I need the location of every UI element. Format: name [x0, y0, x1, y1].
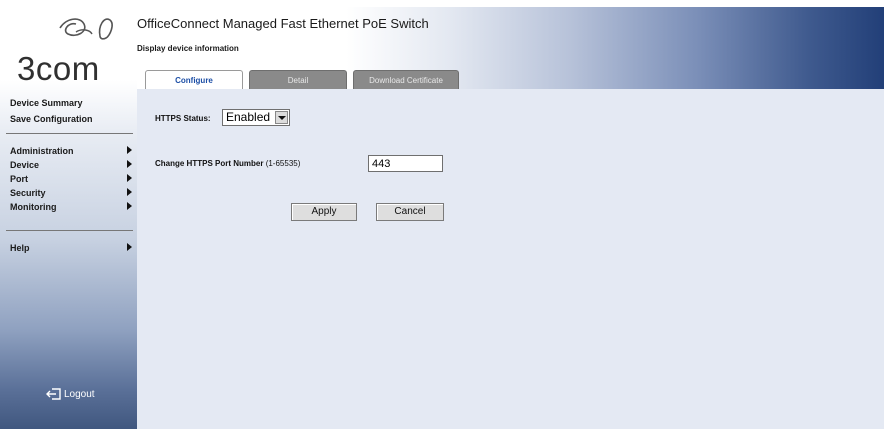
https-port-label-text: Change HTTPS Port Number: [155, 159, 264, 168]
chevron-right-icon: [127, 174, 132, 182]
https-status-label-text: HTTPS Status:: [155, 114, 211, 123]
sidebar-item-port[interactable]: Port: [10, 172, 134, 186]
https-port-label: Change HTTPS Port Number (1-65535): [155, 159, 300, 168]
sidebar-menu: Administration Device Port Security Moni…: [10, 144, 134, 214]
chevron-down-icon[interactable]: [275, 111, 288, 124]
tab-bar: Configure Detail Download Certificate: [145, 70, 465, 90]
chevron-right-icon: [127, 202, 132, 210]
cancel-button[interactable]: Cancel: [376, 203, 444, 221]
sidebar-help-menu: Help: [10, 241, 134, 255]
https-status-label: HTTPS Status:: [155, 114, 211, 123]
sidebar-item-label: Help: [10, 243, 30, 253]
app-title: OfficeConnect Managed Fast Ethernet PoE …: [137, 16, 429, 31]
tab-detail[interactable]: Detail: [249, 70, 347, 89]
sidebar-item-save-configuration[interactable]: Save Configuration: [10, 111, 93, 127]
tab-configure[interactable]: Configure: [145, 70, 243, 90]
https-port-input[interactable]: [368, 155, 443, 172]
tab-download-certificate[interactable]: Download Certificate: [353, 70, 459, 89]
sidebar-item-label: Device: [10, 160, 40, 170]
quick-links: Device Summary Save Configuration: [10, 95, 93, 127]
chevron-right-icon: [127, 188, 132, 196]
sidebar: 3com Device Summary Save Configuration A…: [0, 0, 137, 429]
3com-wordmark: 3com: [17, 50, 100, 87]
sidebar-item-security[interactable]: Security: [10, 186, 134, 200]
sidebar-item-label: Administration: [10, 146, 74, 156]
apply-button[interactable]: Apply: [291, 203, 357, 221]
3com-logo: 3com: [16, 14, 126, 87]
page-subtitle: Display device information: [137, 44, 239, 53]
logout-icon: [46, 388, 61, 400]
chevron-right-icon: [127, 160, 132, 168]
sidebar-item-label: Port: [10, 174, 28, 184]
logout-label: Logout: [64, 388, 95, 400]
main-content: HTTPS Status: Enabled Change HTTPS Port …: [137, 89, 884, 429]
sidebar-item-device-summary[interactable]: Device Summary: [10, 95, 93, 111]
chevron-right-icon: [127, 146, 132, 154]
sidebar-item-label: Monitoring: [10, 202, 57, 212]
sidebar-item-monitoring[interactable]: Monitoring: [10, 200, 134, 214]
logout-button[interactable]: Logout: [46, 387, 95, 401]
sidebar-item-administration[interactable]: Administration: [10, 144, 134, 158]
sidebar-item-device[interactable]: Device: [10, 158, 134, 172]
https-status-value: Enabled: [226, 110, 271, 124]
https-status-select[interactable]: Enabled: [222, 109, 290, 126]
sidebar-divider: [6, 230, 133, 231]
header: OfficeConnect Managed Fast Ethernet PoE …: [137, 7, 884, 90]
https-port-range: (1-65535): [265, 159, 301, 168]
sidebar-divider: [6, 133, 133, 134]
sidebar-item-label: Security: [10, 188, 46, 198]
chevron-right-icon: [127, 243, 132, 251]
sidebar-item-help[interactable]: Help: [10, 241, 134, 255]
3com-swirl-icon: [59, 18, 113, 40]
